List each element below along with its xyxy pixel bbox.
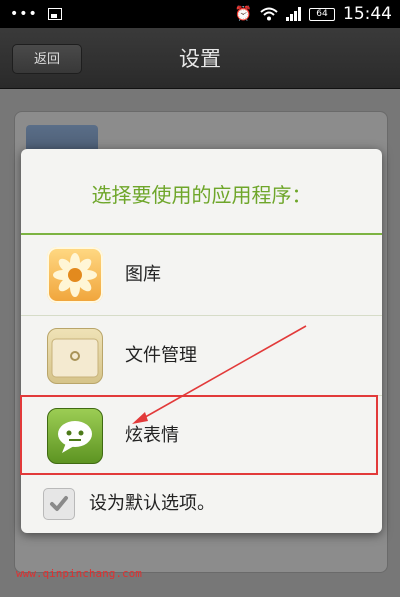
watermark: www.qinpinchang.com (16, 567, 142, 580)
annotation-arrow-icon (132, 325, 307, 424)
